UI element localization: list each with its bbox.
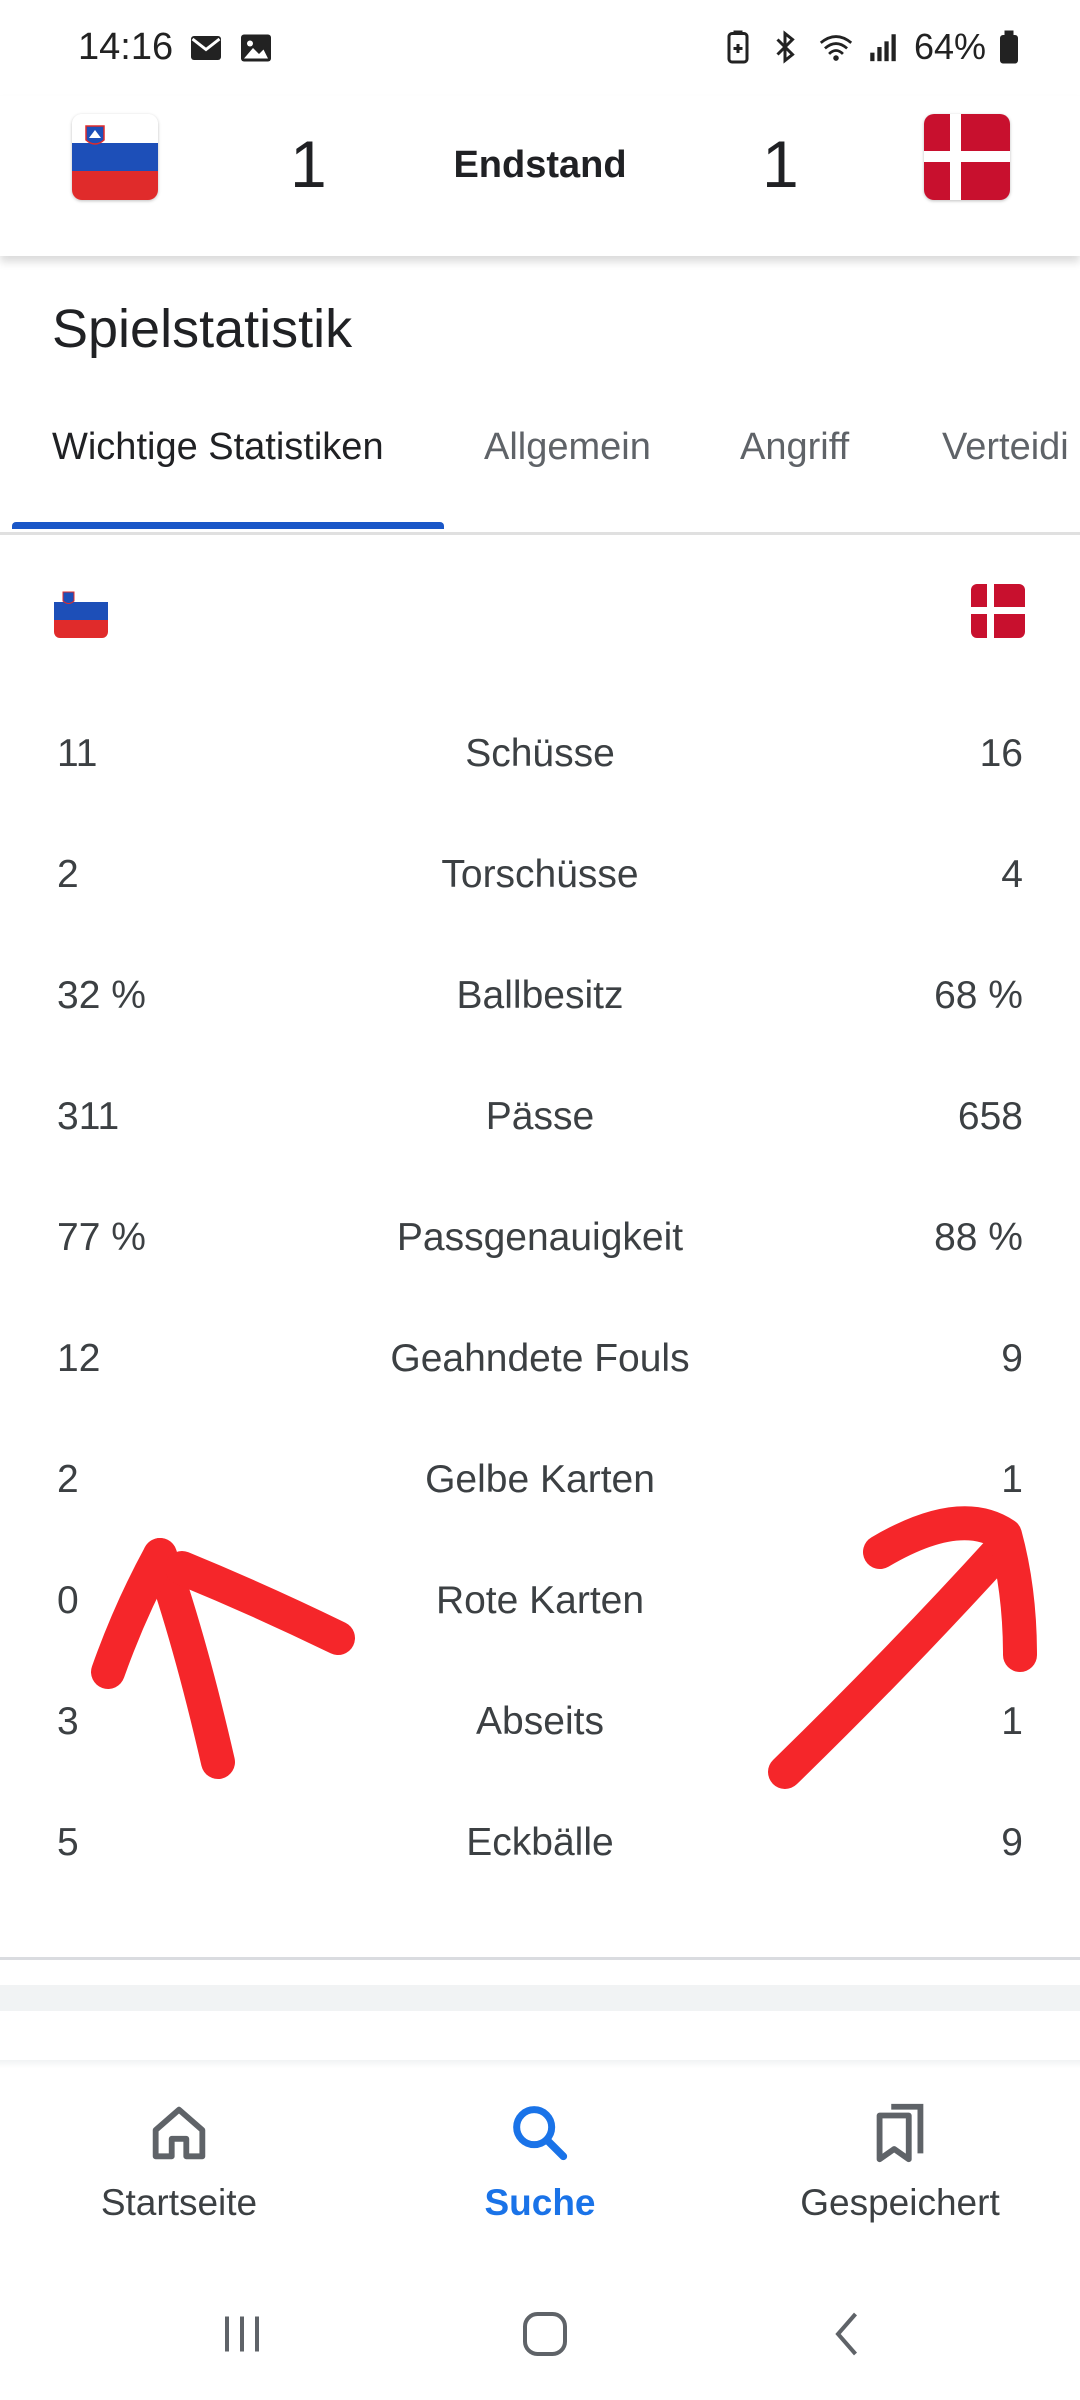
battery-icon [998,29,1034,65]
nav-shadow [0,2060,1080,2068]
back-icon[interactable] [808,2294,888,2374]
stat-row-passes: 311 Pässe 658 [0,1059,1080,1180]
nav-search-label: Suche [484,2182,596,2223]
stat-label: Abseits [476,1700,604,1743]
tab-general[interactable]: Allgemein [484,426,651,469]
bottom-navigation: Startseite Suche Gespeichert [0,2068,1080,2268]
nav-search[interactable]: Suche [390,2098,690,2224]
mail-icon [188,30,224,66]
section-title: Spielstatistik [52,299,353,359]
nav-saved[interactable]: Gespeichert [750,2098,1050,2224]
stat-row-shots: 11 Schüsse 16 [0,696,1080,817]
stat-row-corners: 5 Eckbälle 9 [0,1785,1080,1906]
stat-label: Eckbälle [466,1821,614,1864]
battery-saver-icon [722,29,758,65]
stat-row-red-cards: 0 Rote Karten 1 [0,1543,1080,1664]
wifi-icon [818,29,854,65]
section-separator [0,1985,1080,2011]
denmark-flag-small-icon [971,584,1025,638]
denmark-flag-icon [924,114,1010,200]
stat-label: Passgenauigkeit [396,1216,684,1259]
battery-percent: 64% [913,26,986,67]
match-status: Endstand [453,144,627,186]
away-value: 1 [1001,1700,1023,1743]
status-bar: 14:16 64% [0,0,1080,96]
tab-key-stats[interactable]: Wichtige Statistiken [52,426,384,469]
system-icons: 64% [722,26,1034,68]
stat-label: Ballbesitz [456,974,624,1017]
away-value: 16 [979,732,1023,775]
away-value: 9 [1001,1821,1023,1864]
score-header[interactable]: 1 Endstand 1 [0,96,1080,256]
slovenia-flag-small-icon [54,584,108,638]
away-score: 1 [762,127,799,201]
section-divider [0,1957,1080,1960]
stat-row-possession: 32 % Ballbesitz 68 % [0,938,1080,1059]
home-button-icon[interactable] [505,2294,585,2374]
nav-saved-label: Gespeichert [800,2182,1000,2223]
away-value: 658 [957,1095,1023,1138]
stat-label: Torschüsse [441,853,639,896]
recent-apps-icon[interactable] [202,2294,282,2374]
stat-label: Schüsse [465,732,615,775]
bookmarks-icon [865,2098,935,2168]
image-icon [238,30,274,66]
away-value: 1 [1001,1458,1023,1501]
away-value: 88 % [934,1216,1023,1259]
signal-icon [866,29,902,65]
stat-label: Pässe [485,1095,595,1138]
status-time: 14:16 [78,26,174,68]
tab-defense[interactable]: Verteidi [942,426,1069,469]
stat-row-yellow-cards: 2 Gelbe Karten 1 [0,1422,1080,1543]
nav-home[interactable]: Startseite [29,2098,329,2224]
away-value: 9 [1001,1337,1023,1380]
bluetooth-icon [770,29,806,65]
stat-label: Rote Karten [435,1579,645,1622]
search-icon [505,2098,575,2168]
home-icon [144,2098,214,2168]
stat-row-offsides: 3 Abseits 1 [0,1664,1080,1785]
away-value: 4 [1001,853,1023,896]
tab-attack[interactable]: Angriff [740,426,849,469]
stat-row-pass-accuracy: 77 % Passgenauigkeit 88 % [0,1180,1080,1301]
stat-label: Geahndete Fouls [390,1337,690,1380]
stats-table: 11 Schüsse 16 2 Torschüsse 4 32 % Ballbe… [0,696,1080,1906]
away-value: 68 % [934,974,1023,1017]
notification-icons [188,30,274,66]
stat-label: Gelbe Karten [425,1458,655,1501]
stat-row-shots-on-target: 2 Torschüsse 4 [0,817,1080,938]
system-navigation-bar [0,2268,1080,2400]
active-tab-indicator [12,522,444,529]
stat-row-fouls: 12 Geahndete Fouls 9 [0,1301,1080,1422]
nav-home-label: Startseite [100,2182,258,2223]
away-value: 1 [1001,1579,1023,1622]
stats-tabs: Wichtige Statistiken Allgemein Angriff V… [0,400,1080,535]
